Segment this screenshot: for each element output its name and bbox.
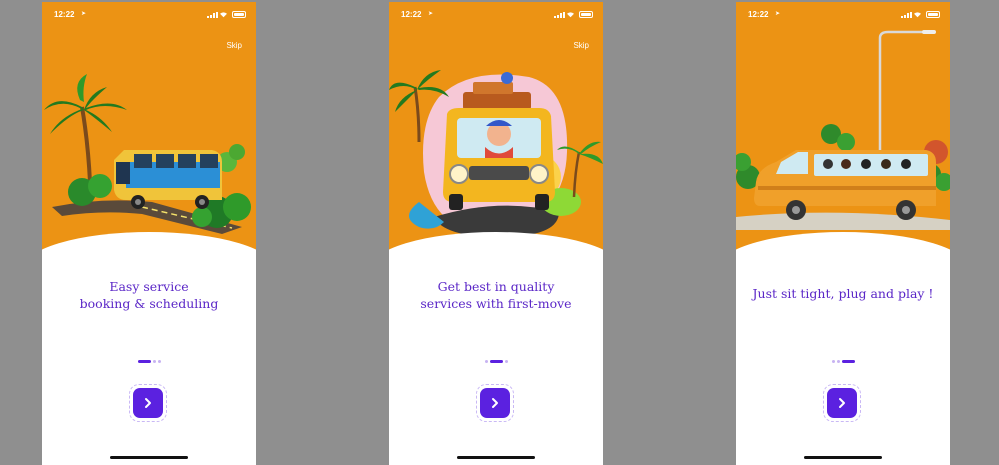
page-indicator	[736, 351, 950, 363]
page-dot-2[interactable]	[489, 360, 503, 363]
page-dot-1[interactable]	[484, 360, 488, 363]
next-button[interactable]	[480, 388, 510, 418]
school-bus-illustration	[736, 30, 950, 230]
home-indicator	[804, 456, 882, 459]
bus-illustration	[44, 74, 251, 234]
caption-line-1: Get best in quality	[437, 279, 555, 294]
next-button-focus-ring	[129, 384, 167, 422]
page-dot-2[interactable]	[836, 360, 840, 363]
street-lamp-icon	[878, 30, 936, 152]
chevron-right-icon	[145, 398, 151, 408]
chevron-right-icon	[492, 398, 498, 408]
caption-line-2: booking & scheduling	[79, 296, 219, 311]
caption-line-1: Just sit tight, plug and play !	[752, 286, 934, 301]
home-indicator	[110, 456, 188, 459]
onboarding-caption: Just sit tight, plug and play !	[736, 285, 950, 302]
van-illustration	[389, 70, 603, 237]
bus-icon	[754, 150, 936, 220]
onboarding-caption: Easy service booking & scheduling	[42, 278, 256, 312]
next-button-focus-ring	[823, 384, 861, 422]
chevron-right-icon	[839, 398, 845, 408]
page-indicator	[42, 351, 256, 363]
onboarding-caption: Get best in quality services with first-…	[389, 278, 603, 312]
next-button[interactable]	[827, 388, 857, 418]
onboarding-screen-3: 12:22 ➤ Just sit tight, plug and play !	[736, 2, 950, 465]
page-dot-1[interactable]	[831, 360, 835, 363]
onboarding-screen-1: 12:22 ➤ Skip Easy service booking & sche…	[42, 2, 256, 465]
onboarding-screen-2: 12:22 ➤ Skip Get best in quality service…	[389, 2, 603, 465]
page-dot-3[interactable]	[157, 360, 161, 363]
next-button[interactable]	[133, 388, 163, 418]
caption-line-1: Easy service	[109, 279, 189, 294]
bus-icon	[114, 150, 222, 209]
page-dot-2[interactable]	[152, 360, 156, 363]
page-indicator	[389, 351, 603, 363]
caption-line-2: services with first-move	[420, 296, 572, 311]
page-dot-3[interactable]	[841, 360, 855, 363]
van-icon	[443, 108, 555, 210]
next-button-focus-ring	[476, 384, 514, 422]
page-dot-1[interactable]	[137, 360, 151, 363]
ground	[736, 212, 950, 230]
page-dot-3[interactable]	[504, 360, 508, 363]
home-indicator	[457, 456, 535, 459]
